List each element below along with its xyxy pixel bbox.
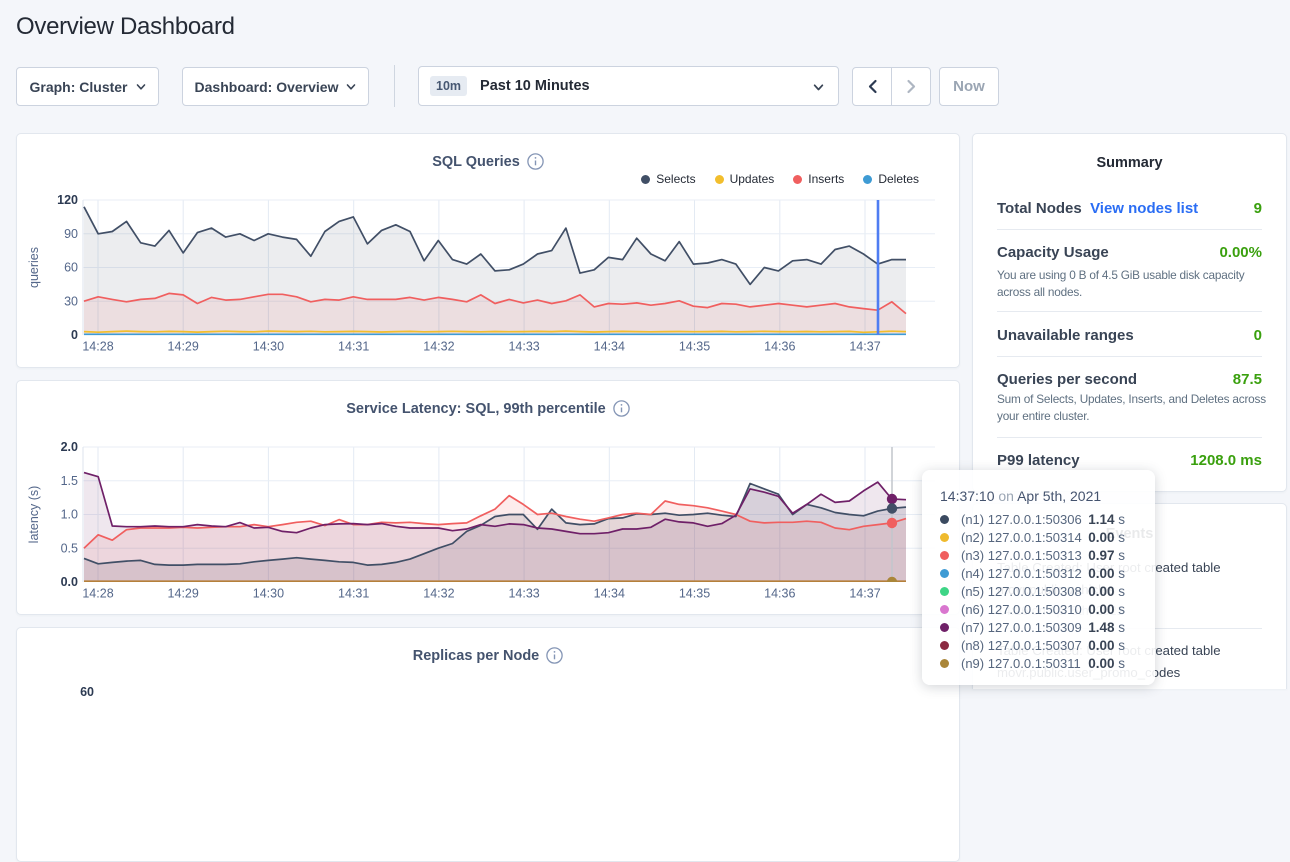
svg-text:14:28: 14:28 bbox=[82, 587, 113, 601]
svg-text:14:34: 14:34 bbox=[594, 587, 625, 601]
svg-text:0.5: 0.5 bbox=[61, 541, 78, 555]
svg-text:14:30: 14:30 bbox=[253, 587, 284, 601]
svg-text:120: 120 bbox=[57, 193, 78, 207]
svg-text:14:31: 14:31 bbox=[338, 340, 369, 354]
svg-text:14:35: 14:35 bbox=[679, 340, 710, 354]
svg-text:latency (s): latency (s) bbox=[27, 486, 41, 544]
svg-text:1.0: 1.0 bbox=[61, 508, 78, 522]
svg-text:14:29: 14:29 bbox=[168, 587, 199, 601]
svg-text:14:36: 14:36 bbox=[764, 587, 795, 601]
svg-text:14:33: 14:33 bbox=[508, 587, 539, 601]
svg-text:14:37: 14:37 bbox=[849, 587, 880, 601]
svg-text:queries: queries bbox=[27, 247, 41, 288]
svg-text:30: 30 bbox=[64, 294, 78, 308]
svg-text:2.0: 2.0 bbox=[61, 440, 78, 454]
svg-text:14:34: 14:34 bbox=[594, 340, 625, 354]
svg-text:14:30: 14:30 bbox=[253, 340, 284, 354]
svg-text:14:36: 14:36 bbox=[764, 340, 795, 354]
svg-text:14:32: 14:32 bbox=[423, 587, 454, 601]
svg-text:14:29: 14:29 bbox=[168, 340, 199, 354]
svg-text:1.5: 1.5 bbox=[61, 474, 78, 488]
svg-text:0: 0 bbox=[71, 328, 78, 342]
svg-text:14:32: 14:32 bbox=[423, 340, 454, 354]
svg-text:14:33: 14:33 bbox=[508, 340, 539, 354]
svg-text:14:35: 14:35 bbox=[679, 587, 710, 601]
svg-text:14:37: 14:37 bbox=[849, 340, 880, 354]
svg-text:60: 60 bbox=[64, 261, 78, 275]
svg-text:14:28: 14:28 bbox=[82, 340, 113, 354]
svg-text:0.0: 0.0 bbox=[61, 575, 78, 589]
svg-text:90: 90 bbox=[64, 227, 78, 241]
svg-text:14:31: 14:31 bbox=[338, 587, 369, 601]
